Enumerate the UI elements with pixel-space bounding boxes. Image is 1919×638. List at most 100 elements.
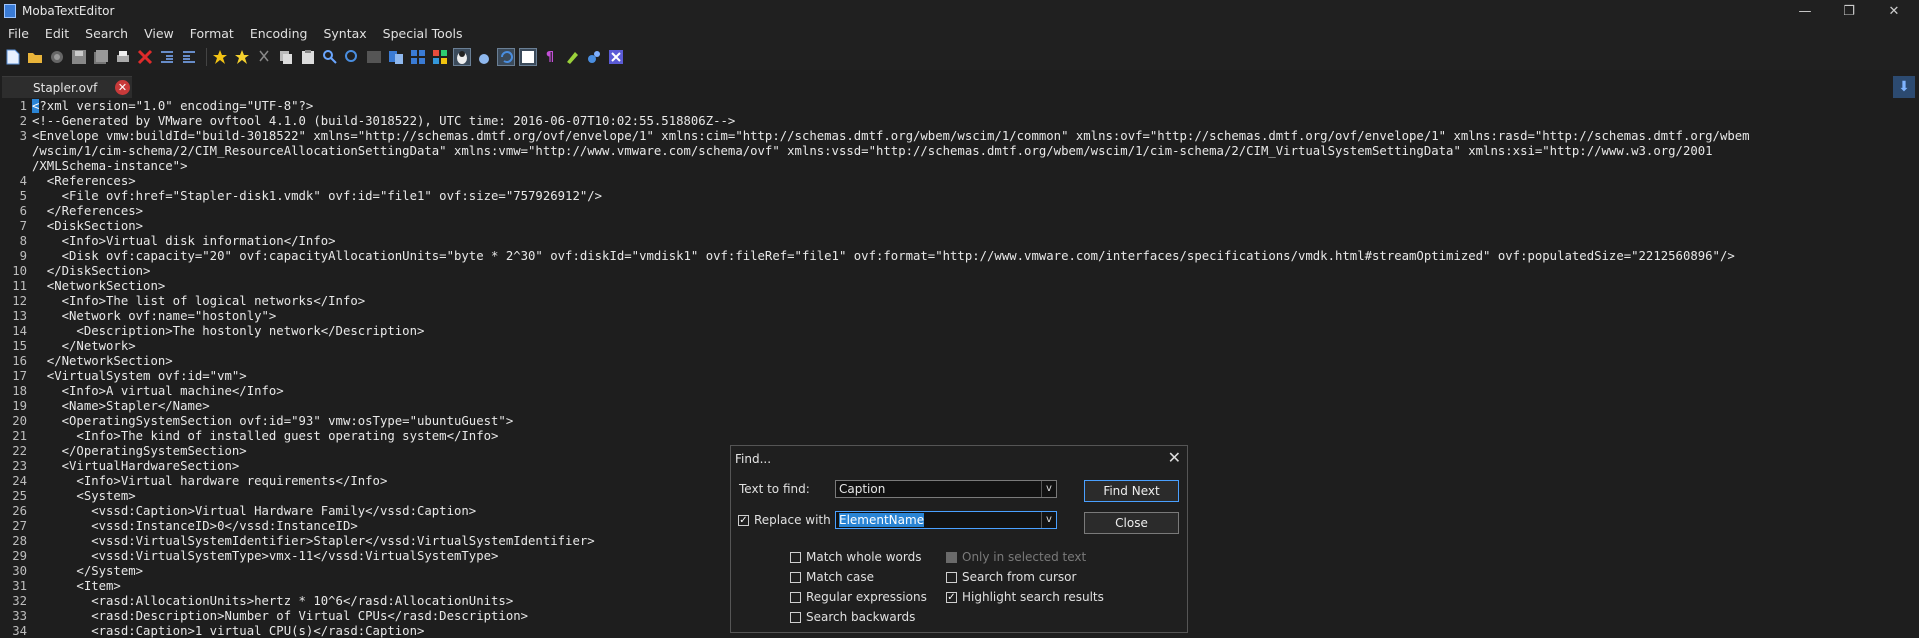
find-replace-icon[interactable]: [343, 48, 361, 66]
save-all-icon[interactable]: [92, 48, 110, 66]
code-line[interactable]: 10 </DiskSection>: [0, 264, 1919, 279]
replace-with-input[interactable]: ElementName v: [835, 511, 1057, 529]
linux-line-endings-icon[interactable]: [453, 48, 471, 66]
code-line[interactable]: 4 <References>: [0, 174, 1919, 189]
code-line[interactable]: 19 <Name>Stapler</Name>: [0, 399, 1919, 414]
dialog-title: Find...: [735, 452, 772, 466]
menu-syntax[interactable]: Syntax: [315, 26, 374, 41]
find-icon[interactable]: [321, 48, 339, 66]
code-line[interactable]: 17 <VirtualSystem ovf:id="vm">: [0, 369, 1919, 384]
search-backwards-checkbox[interactable]: [790, 612, 801, 623]
line-number: 7: [19, 219, 27, 233]
regular-expressions-checkbox[interactable]: [790, 592, 801, 603]
paste-icon[interactable]: [299, 48, 317, 66]
match-case-checkbox[interactable]: [790, 572, 801, 583]
match-whole-words-checkbox[interactable]: [790, 552, 801, 563]
code-line[interactable]: 6 </References>: [0, 204, 1919, 219]
tab-close-icon[interactable]: ✕: [115, 80, 130, 95]
menu-search[interactable]: Search: [77, 26, 136, 41]
settings-icon[interactable]: [585, 48, 603, 66]
line-number: 31: [12, 579, 27, 593]
delete-icon[interactable]: [136, 48, 154, 66]
tab-list-button[interactable]: ⬇: [1893, 76, 1915, 98]
code-line[interactable]: 12 <Info>The list of logical networks</I…: [0, 294, 1919, 309]
code-line[interactable]: 21 <Info>The kind of installed guest ope…: [0, 429, 1919, 444]
line-number: 15: [12, 339, 27, 353]
code-line[interactable]: 16 </NetworkSection>: [0, 354, 1919, 369]
line-text: <vssd:Caption>Virtual Hardware Family</v…: [32, 504, 476, 519]
print-icon[interactable]: [114, 48, 132, 66]
copy-icon[interactable]: [277, 48, 295, 66]
code-line[interactable]: 9 <Disk ovf:capacity="20" ovf:capacityAl…: [0, 249, 1919, 264]
open-folder-icon[interactable]: [26, 48, 44, 66]
menu-view[interactable]: View: [136, 26, 182, 41]
code-line[interactable]: 7 <DiskSection>: [0, 219, 1919, 234]
text-to-find-label: Text to find:: [739, 482, 810, 496]
menu-file[interactable]: File: [0, 26, 37, 41]
compare-icon[interactable]: [387, 48, 405, 66]
line-content: <Description>The hostonly network</Descr…: [32, 324, 425, 338]
code-line[interactable]: 5 <File ovf:href="Stapler-disk1.vmdk" ov…: [0, 189, 1919, 204]
code-line[interactable]: 18 <Info>A virtual machine</Info>: [0, 384, 1919, 399]
tab-stapler-ovf[interactable]: Stapler.ovf ✕: [2, 76, 132, 98]
windows-line-endings-icon[interactable]: [431, 48, 449, 66]
close-button[interactable]: Close: [1084, 512, 1179, 534]
close-window-button[interactable]: ✕: [1874, 0, 1914, 22]
line-content: <Info>Virtual disk information</Info>: [32, 234, 336, 248]
line-number: 12: [12, 294, 27, 308]
indent-icon[interactable]: [180, 48, 198, 66]
search-from-cursor-checkbox[interactable]: [946, 572, 957, 583]
mac-line-endings-icon[interactable]: [475, 48, 493, 66]
bookmark-star-icon[interactable]: [211, 48, 229, 66]
dialog-close-icon[interactable]: ✕: [1168, 448, 1181, 467]
find-dialog: Find... ✕ Text to find: Caption v ✓ Repl…: [730, 445, 1188, 633]
code-line[interactable]: 1 <?xml version="1.0" encoding="UTF-8"?>: [0, 99, 1919, 114]
code-line[interactable]: 14 <Description>The hostonly network</De…: [0, 324, 1919, 339]
windows-icon[interactable]: [409, 48, 427, 66]
code-line[interactable]: 15 </Network>: [0, 339, 1919, 354]
code-line[interactable]: 3 <Envelope vmw:buildId="build-3018522" x…: [0, 129, 1919, 144]
menu-format[interactable]: Format: [182, 26, 242, 41]
goto-line-icon[interactable]: [365, 48, 383, 66]
line-content: <Envelope vmw:buildId="build-3018522" xm…: [32, 129, 1750, 143]
line-text: </Network>: [32, 339, 136, 354]
find-next-button[interactable]: Find Next: [1084, 480, 1179, 502]
new-file-icon[interactable]: [4, 48, 22, 66]
outdent-icon[interactable]: [158, 48, 176, 66]
cut-icon[interactable]: [255, 48, 273, 66]
bookmark-next-icon[interactable]: [233, 48, 251, 66]
code-line[interactable]: 20 <OperatingSystemSection ovf:id="93" v…: [0, 414, 1919, 429]
save-icon[interactable]: [70, 48, 88, 66]
line-text: /wscim/1/cim-schema/2/CIM_ResourceAlloca…: [32, 144, 1713, 159]
exit-icon[interactable]: [607, 48, 625, 66]
replace-with-checkbox[interactable]: ✓: [738, 515, 749, 526]
text-to-find-dropdown-icon[interactable]: v: [1041, 481, 1056, 497]
line-text: </OperatingSystemSection>: [32, 444, 247, 459]
minimize-button[interactable]: —: [1785, 0, 1825, 22]
code-line[interactable]: 11 <NetworkSection>: [0, 279, 1919, 294]
vertical-scrollbar[interactable]: [1905, 98, 1919, 638]
line-content: <System>: [32, 489, 136, 503]
replace-with-dropdown-icon[interactable]: v: [1041, 512, 1056, 528]
undo-icon[interactable]: [497, 48, 515, 66]
word-wrap-icon[interactable]: [519, 48, 537, 66]
line-text: <rasd:Description>Number of Virtual CPUs…: [32, 609, 528, 624]
code-line[interactable]: 13 <Network ovf:name="hostonly">: [0, 309, 1919, 324]
menu-encoding[interactable]: Encoding: [242, 26, 316, 41]
highlight-icon[interactable]: [563, 48, 581, 66]
code-line[interactable]: 2 <!--Generated by VMware ovftool 4.1.0 (…: [0, 114, 1919, 129]
restore-button[interactable]: ❐: [1829, 0, 1869, 22]
menu-special-tools[interactable]: Special Tools: [375, 26, 471, 41]
line-text: <NetworkSection>: [32, 279, 165, 294]
line-number: 32: [12, 594, 27, 608]
code-line[interactable]: 8 <Info>Virtual disk information</Info>: [0, 234, 1919, 249]
code-line[interactable]: /wscim/1/cim-schema/2/CIM_ResourceAlloca…: [0, 144, 1919, 159]
line-text: <VirtualHardwareSection>: [32, 459, 240, 474]
line-text: <vssd:VirtualSystemIdentifier>Stapler</v…: [32, 534, 594, 549]
text-to-find-input[interactable]: Caption v: [835, 480, 1057, 498]
code-line[interactable]: /XMLSchema-instance">: [0, 159, 1919, 174]
reload-icon[interactable]: [48, 48, 66, 66]
highlight-search-results-checkbox[interactable]: ✓: [946, 592, 957, 603]
menu-edit[interactable]: Edit: [37, 26, 77, 41]
show-whitespace-icon[interactable]: ¶: [541, 48, 559, 66]
